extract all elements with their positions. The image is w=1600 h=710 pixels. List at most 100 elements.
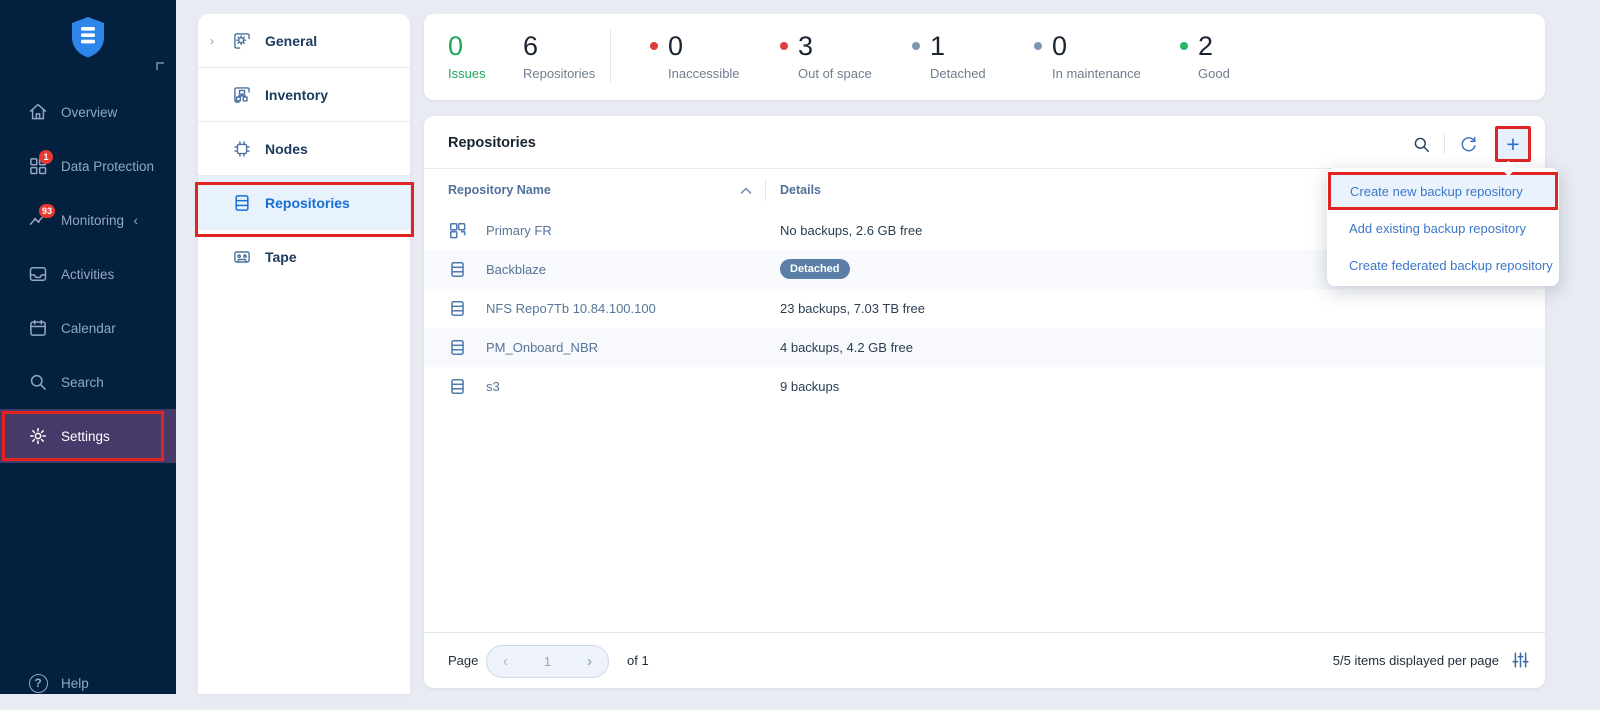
stat-issues: 0 Issues xyxy=(448,31,486,81)
nav-item-nodes[interactable]: Nodes xyxy=(198,122,410,176)
data-protection-icon: 1 xyxy=(28,156,48,176)
chevron-right-icon[interactable]: › xyxy=(210,34,214,48)
menu-item-label: Create new backup repository xyxy=(1350,184,1523,199)
sidebar-item-calendar[interactable]: Calendar xyxy=(0,301,176,355)
general-settings-icon xyxy=(232,31,252,51)
stat-repositories: 6 Repositories xyxy=(523,31,595,81)
sidebar-item-label: Overview xyxy=(61,105,117,120)
in-maintenance-count: 0 xyxy=(1052,31,1141,61)
menu-item-add-existing-backup-repository[interactable]: Add existing backup repository xyxy=(1327,210,1559,247)
current-page-number[interactable]: 1 xyxy=(544,654,551,669)
nav-item-label: General xyxy=(265,33,317,49)
repository-icon xyxy=(448,260,467,279)
menu-item-create-new-backup-repository[interactable]: Create new backup repository xyxy=(1328,172,1558,210)
settings-nav-panel: › General Inventory xyxy=(198,14,410,694)
repository-name[interactable]: Primary FR xyxy=(486,223,552,238)
nav-item-label: Repositories xyxy=(265,195,350,211)
out-of-space-label: Out of space xyxy=(798,66,872,81)
good-label: Good xyxy=(1198,66,1230,81)
repositories-count: 6 xyxy=(523,31,595,61)
chevron-left-icon[interactable]: ‹ xyxy=(133,212,138,228)
stats-divider xyxy=(610,30,611,82)
toolbar-divider xyxy=(1444,134,1445,154)
nav-item-inventory[interactable]: Inventory xyxy=(198,68,410,122)
total-pages-label: of 1 xyxy=(627,653,649,668)
in-maintenance-label: In maintenance xyxy=(1052,66,1141,81)
detached-count: 1 xyxy=(930,31,986,61)
page-label: Page xyxy=(448,653,478,668)
search-button[interactable] xyxy=(1404,127,1438,161)
out-of-space-count: 3 xyxy=(798,31,872,61)
panel-title: Repositories xyxy=(448,135,536,151)
sidebar-item-settings[interactable]: Settings xyxy=(0,409,176,463)
nodes-cpu-icon xyxy=(232,139,252,159)
menu-item-create-federated-backup-repository[interactable]: Create federated backup repository xyxy=(1327,247,1559,284)
repository-name[interactable]: NFS Repo7Tb 10.84.100.100 xyxy=(486,301,656,316)
previous-page-button[interactable]: ‹ xyxy=(503,653,508,670)
repository-details: No backups, 2.6 GB free xyxy=(780,223,922,238)
table-row-s3[interactable]: s3 9 backups xyxy=(424,367,1545,406)
column-header-details[interactable]: Details xyxy=(780,183,821,197)
issues-label: Issues xyxy=(448,66,486,81)
nav-item-general[interactable]: › General xyxy=(198,14,410,68)
home-icon xyxy=(28,102,48,122)
nav-item-tape[interactable]: Tape xyxy=(198,230,410,284)
sidebar-nav: Overview 1 Data Protection 93 M xyxy=(0,85,176,463)
sidebar-item-label: Calendar xyxy=(61,321,116,336)
repository-name[interactable]: s3 xyxy=(486,379,500,394)
sidebar-item-data-protection[interactable]: 1 Data Protection xyxy=(0,139,176,193)
sidebar-item-label: Search xyxy=(61,375,104,390)
sidebar-item-overview[interactable]: Overview xyxy=(0,85,176,139)
detached-status-badge: Detached xyxy=(780,259,850,279)
stat-good: 2 Good xyxy=(1180,31,1230,81)
table-footer: Page ‹ 1 › of 1 5/5 items displayed per … xyxy=(424,633,1545,688)
menu-item-label: Create federated backup repository xyxy=(1349,258,1553,273)
nav-item-label: Tape xyxy=(265,249,297,265)
sidebar-item-search[interactable]: Search xyxy=(0,355,176,409)
inaccessible-count: 0 xyxy=(668,31,740,61)
page-size-settings-icon[interactable] xyxy=(1512,651,1529,669)
add-repository-menu: Create new backup repository Add existin… xyxy=(1327,168,1559,286)
status-dot-slate xyxy=(1034,42,1042,50)
sidebar-item-help[interactable]: ? Help xyxy=(0,656,176,710)
column-header-repository-name[interactable]: Repository Name xyxy=(448,183,551,197)
inaccessible-label: Inaccessible xyxy=(668,66,740,81)
sidebar-item-monitoring[interactable]: 93 Monitoring ‹ xyxy=(0,193,176,247)
status-dot-red xyxy=(650,42,658,50)
inventory-icon xyxy=(232,85,252,105)
repository-name[interactable]: Backblaze xyxy=(486,262,546,277)
next-page-button[interactable]: › xyxy=(587,653,592,670)
panel-toolbar: + xyxy=(1404,126,1531,162)
status-dot-green xyxy=(1180,42,1188,50)
sidebar-collapse-icon[interactable] xyxy=(156,62,164,70)
monitoring-badge: 93 xyxy=(39,204,55,218)
nav-item-label: Nodes xyxy=(265,141,308,157)
refresh-button[interactable] xyxy=(1451,127,1485,161)
repository-details: 9 backups xyxy=(780,379,839,394)
good-count: 2 xyxy=(1198,31,1230,61)
help-icon: ? xyxy=(28,673,48,693)
sidebar-item-label: Activities xyxy=(61,267,114,282)
sidebar-item-label: Help xyxy=(61,676,89,691)
repository-icon xyxy=(448,338,467,357)
stat-detached: 1 Detached xyxy=(912,31,986,81)
repository-icon xyxy=(448,377,467,396)
repositories-label: Repositories xyxy=(523,66,595,81)
sort-ascending-icon[interactable] xyxy=(740,187,752,195)
items-per-page-info: 5/5 items displayed per page xyxy=(1333,653,1499,668)
repository-name[interactable]: PM_Onboard_NBR xyxy=(486,340,598,355)
data-protection-badge: 1 xyxy=(39,150,53,164)
column-divider[interactable] xyxy=(765,180,766,201)
repositories-stats-card: 0 Issues 6 Repositories 0 Inaccessible 3… xyxy=(424,14,1545,100)
activities-icon xyxy=(28,264,48,284)
repositories-icon xyxy=(232,193,252,213)
table-row-nfs-repo[interactable]: NFS Repo7Tb 10.84.100.100 23 backups, 7.… xyxy=(424,289,1545,328)
sidebar-item-activities[interactable]: Activities xyxy=(0,247,176,301)
table-row-pm-onboard[interactable]: PM_Onboard_NBR 4 backups, 4.2 GB free xyxy=(424,328,1545,367)
nav-item-repositories[interactable]: Repositories xyxy=(198,176,410,230)
sidebar-item-label: Monitoring xyxy=(61,213,124,228)
status-dot-red xyxy=(780,42,788,50)
sidebar-item-label: Data Protection xyxy=(61,159,154,174)
detached-label: Detached xyxy=(930,66,986,81)
add-repository-button[interactable]: + xyxy=(1495,126,1531,162)
